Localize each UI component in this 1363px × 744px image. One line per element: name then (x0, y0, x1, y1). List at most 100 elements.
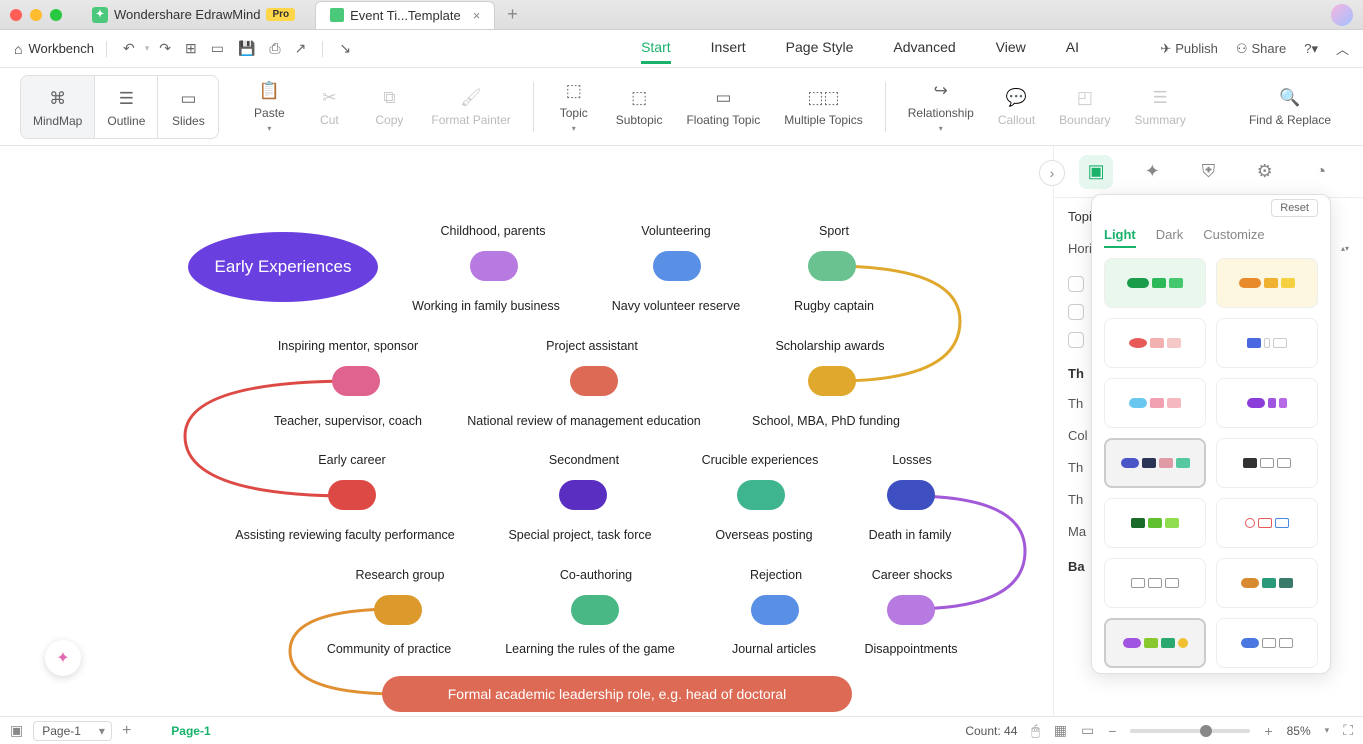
theme-swatch[interactable] (1216, 318, 1318, 368)
workbench-button[interactable]: ⌂ Workbench (14, 41, 94, 57)
timeline-node[interactable] (887, 480, 935, 510)
timeline-node[interactable] (808, 366, 856, 396)
theme-tab-light[interactable]: Light (1104, 227, 1136, 248)
theme-swatch[interactable] (1104, 618, 1206, 668)
topic-label[interactable]: Death in family (869, 528, 952, 542)
timeline-node[interactable] (332, 366, 380, 396)
topic-label[interactable]: Community of practice (327, 642, 451, 656)
minimize-icon[interactable] (30, 9, 42, 21)
tab-view[interactable]: View (996, 33, 1026, 64)
topic-label[interactable]: National review of management education (467, 414, 700, 428)
theme-swatch[interactable] (1104, 318, 1206, 368)
history-panel-tab[interactable]: ◔ (1304, 155, 1338, 189)
page-tab[interactable]: Page-1 (171, 724, 210, 738)
topic-label[interactable]: Project assistant (546, 339, 638, 353)
close-icon[interactable] (10, 9, 22, 21)
theme-swatch[interactable] (1104, 378, 1206, 428)
theme-swatch[interactable] (1216, 558, 1318, 608)
timeline-node[interactable] (808, 251, 856, 281)
boundary-button[interactable]: ◰Boundary (1047, 75, 1122, 139)
theme-swatch[interactable] (1104, 498, 1206, 548)
topic-label[interactable]: Inspiring mentor, sponsor (278, 339, 418, 353)
topic-label[interactable]: Overseas posting (715, 528, 812, 542)
style-panel-tab[interactable]: ▣ (1079, 155, 1113, 189)
topic-label[interactable]: Secondment (549, 453, 619, 467)
mouse-icon[interactable]: 🖱 (1031, 722, 1039, 739)
topic-label[interactable]: Journal articles (732, 642, 816, 656)
fullscreen-button[interactable]: ⛶ (1343, 722, 1353, 739)
format-painter-button[interactable]: 🖌Format Painter (419, 75, 522, 139)
theme-swatch[interactable] (1216, 618, 1318, 668)
topic-button[interactable]: ⬚Topic▾ (544, 75, 604, 139)
security-panel-tab[interactable]: ⛨ (1191, 155, 1225, 189)
topic-label[interactable]: Crucible experiences (702, 453, 819, 467)
topic-label[interactable]: Co-authoring (560, 568, 632, 582)
ai-fab-button[interactable]: ✦ (45, 640, 81, 676)
timeline-node[interactable] (737, 480, 785, 510)
topic-label[interactable]: Learning the rules of the game (505, 642, 675, 656)
tab-start[interactable]: Start (641, 33, 671, 64)
checkbox[interactable] (1068, 332, 1084, 348)
topic-label[interactable]: Teacher, supervisor, coach (274, 414, 422, 428)
timeline-node[interactable] (559, 480, 607, 510)
timeline-node[interactable] (887, 595, 935, 625)
theme-swatch[interactable] (1104, 558, 1206, 608)
subtopic-button[interactable]: ⬚Subtopic (604, 75, 675, 139)
collapse-ribbon-button[interactable]: ︿ (1336, 39, 1349, 58)
topic-label[interactable]: Rugby captain (794, 299, 874, 313)
grid-icon[interactable]: ▦ (1054, 722, 1067, 739)
maximize-icon[interactable] (50, 9, 62, 21)
theme-swatch-selected[interactable] (1104, 438, 1206, 488)
topic-label[interactable]: Childhood, parents (441, 224, 546, 238)
share-button[interactable]: ⚇Share (1236, 41, 1286, 57)
relationship-button[interactable]: ↪Relationship▾ (896, 75, 986, 139)
save-button[interactable]: 💾 (234, 38, 259, 59)
export-button[interactable]: ↗ (291, 38, 311, 59)
document-tab[interactable]: Event Ti...Template × (315, 1, 495, 29)
print-button[interactable]: ⎙ (265, 38, 284, 59)
topic-label[interactable]: Navy volunteer reserve (612, 299, 741, 313)
timeline-node[interactable] (374, 595, 422, 625)
timeline-node[interactable] (751, 595, 799, 625)
theme-swatch[interactable] (1216, 378, 1318, 428)
copy-button[interactable]: ⧉Copy (359, 75, 419, 139)
settings-panel-tab[interactable]: ⚙ (1248, 155, 1282, 189)
topic-label[interactable]: Special project, task force (508, 528, 651, 542)
mindmap-canvas[interactable]: Early Experiences Childhood, parents Wor… (0, 146, 1060, 716)
topic-label[interactable]: Scholarship awards (775, 339, 884, 353)
topic-label[interactable]: Sport (819, 224, 849, 238)
theme-tab-dark[interactable]: Dark (1156, 227, 1183, 248)
close-tab-icon[interactable]: × (473, 8, 481, 23)
tab-insert[interactable]: Insert (711, 33, 746, 64)
topic-label[interactable]: Career shocks (872, 568, 953, 582)
timeline-node[interactable] (653, 251, 701, 281)
topic-label[interactable]: Working in family business (412, 299, 560, 313)
final-topic[interactable]: Formal academic leadership role, e.g. he… (382, 676, 852, 712)
publish-button[interactable]: ✈Publish (1160, 41, 1218, 57)
undo-button[interactable]: ↶ (119, 38, 139, 59)
topic-label[interactable]: Disappointments (864, 642, 957, 656)
collapse-panel-button[interactable]: › (1039, 160, 1065, 186)
fit-icon[interactable]: ▭ (1081, 722, 1094, 739)
paste-button[interactable]: 📋Paste▾ (239, 75, 299, 139)
slides-mode-button[interactable]: ▭Slides (158, 76, 218, 139)
timeline-node[interactable] (571, 595, 619, 625)
zoom-in-button[interactable]: + (1264, 723, 1272, 739)
page-layout-icon[interactable]: ▣ (10, 722, 23, 739)
help-button[interactable]: ?▾ (1304, 41, 1318, 57)
mindmap-mode-button[interactable]: ⌘MindMap (21, 76, 95, 139)
timeline-node[interactable] (570, 366, 618, 396)
topic-label[interactable]: Research group (356, 568, 445, 582)
tab-advanced[interactable]: Advanced (893, 33, 955, 64)
zoom-out-button[interactable]: − (1108, 723, 1116, 739)
theme-swatch[interactable] (1104, 258, 1206, 308)
root-topic[interactable]: Early Experiences (188, 232, 378, 302)
ai-panel-tab[interactable]: ✦ (1135, 155, 1169, 189)
redo-button[interactable]: ↷ (155, 38, 175, 59)
theme-swatch[interactable] (1216, 258, 1318, 308)
find-replace-button[interactable]: 🔍Find & Replace (1237, 75, 1343, 139)
user-avatar[interactable] (1331, 4, 1353, 26)
new-tab-button[interactable]: + (507, 4, 518, 25)
summary-button[interactable]: ☰Summary (1123, 75, 1198, 139)
theme-tab-customize[interactable]: Customize (1203, 227, 1264, 248)
